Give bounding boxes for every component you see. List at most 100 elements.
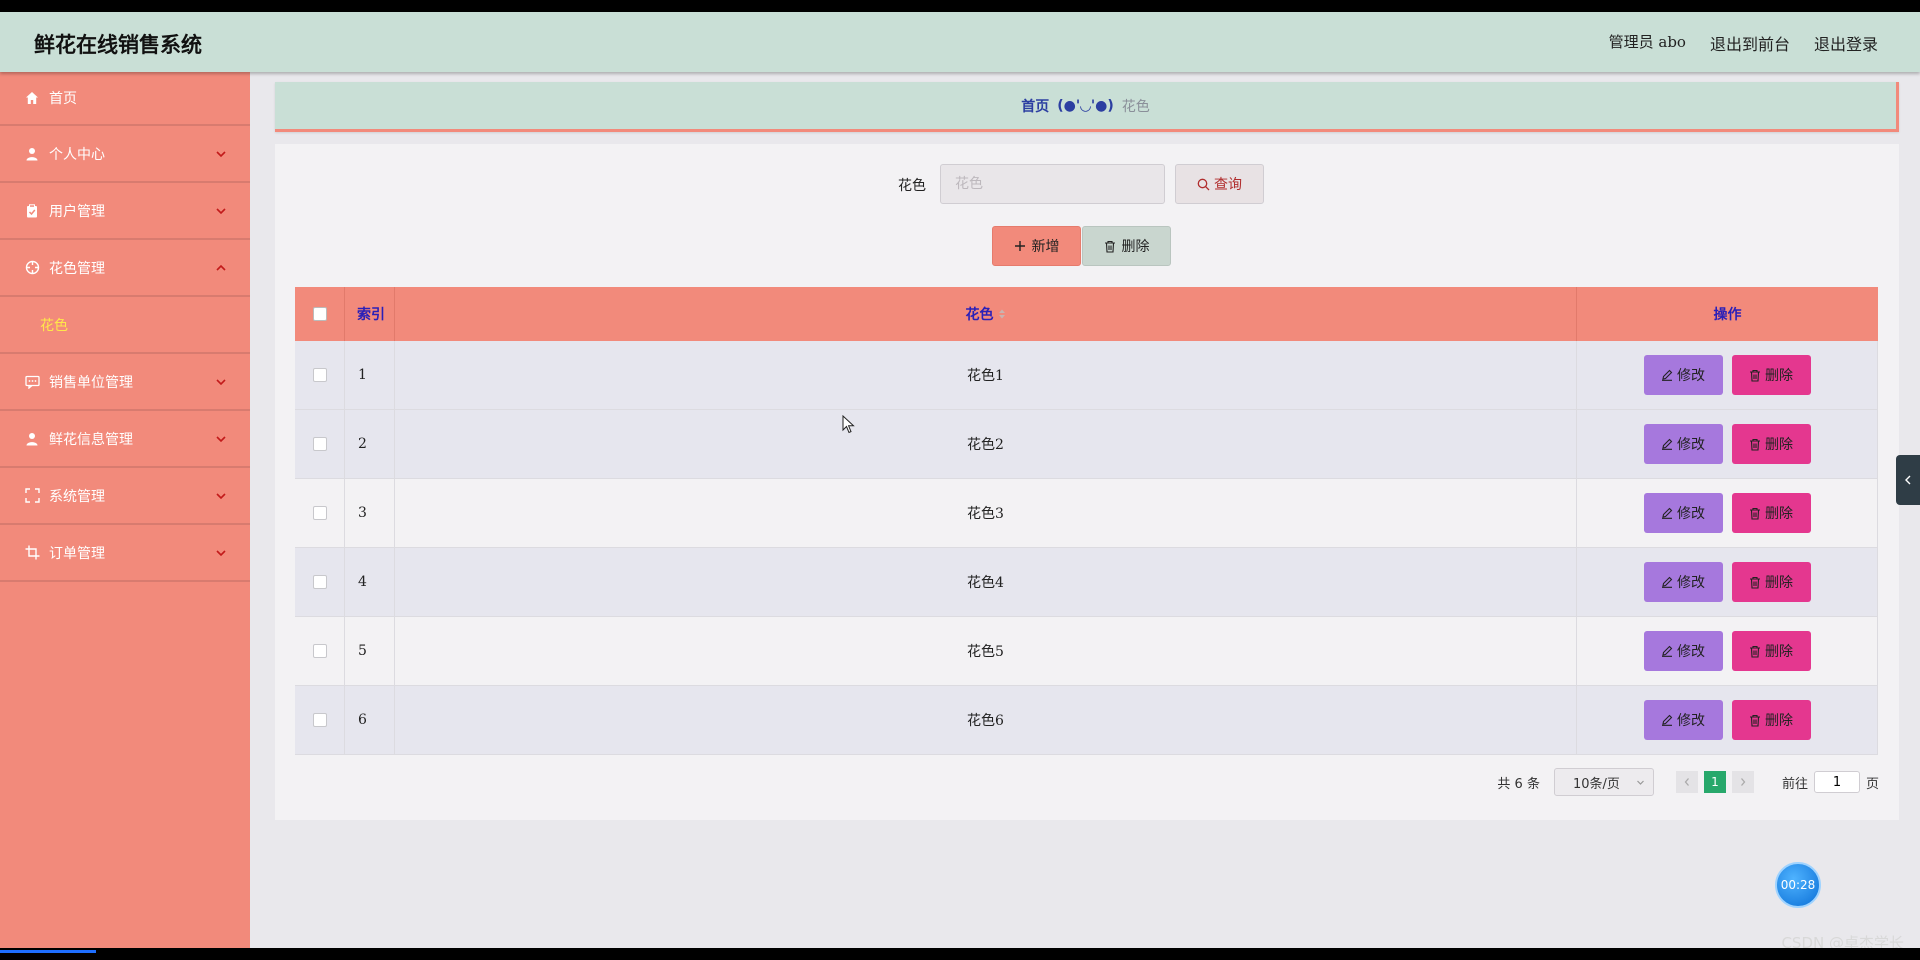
batch-delete-button[interactable]: 删除 xyxy=(1082,226,1171,266)
delete-button[interactable]: 删除 xyxy=(1731,355,1811,395)
sidebar-subitem-flower-color[interactable]: 花色 xyxy=(0,297,250,354)
table-header: 索引 花色 操作 xyxy=(295,287,1878,341)
delete-button[interactable]: 删除 xyxy=(1731,631,1811,671)
search-bar: 花色 查询 xyxy=(275,164,1899,204)
search-label: 花色 xyxy=(898,178,926,194)
row-checkbox[interactable] xyxy=(312,644,327,658)
row-select-cell xyxy=(295,341,345,409)
sidebar-item-users[interactable]: 用户管理 xyxy=(0,183,250,240)
logout-link[interactable]: 退出登录 xyxy=(1814,31,1878,55)
edit-button[interactable]: 修改 xyxy=(1643,424,1723,464)
search-icon xyxy=(1197,178,1210,190)
sidebar-item-profile[interactable]: 个人中心 xyxy=(0,126,250,183)
sidebar-item-flower-color[interactable]: 花色管理 xyxy=(0,240,250,297)
table-row: 4 花色4 修改 删除 xyxy=(295,548,1878,617)
row-checkbox[interactable] xyxy=(312,506,327,520)
select-all-checkbox[interactable] xyxy=(312,307,327,321)
sidebar-item-label: 系统管理 xyxy=(49,488,105,505)
recording-timer: 00:28 xyxy=(1775,862,1821,908)
chevron-down-icon xyxy=(216,435,226,442)
row-checkbox[interactable] xyxy=(312,575,327,589)
add-button-label: 新增 xyxy=(1031,239,1060,255)
sidebar-item-system[interactable]: 系统管理 xyxy=(0,468,250,525)
trash-icon xyxy=(1750,645,1760,658)
edit-button-label: 修改 xyxy=(1677,713,1705,729)
delete-button-label: 删除 xyxy=(1765,713,1793,729)
actions-cell: 修改 删除 xyxy=(1577,341,1878,409)
row-select-cell xyxy=(295,617,345,685)
sidebar-item-sales-unit[interactable]: 销售单位管理 xyxy=(0,354,250,411)
breadcrumb: 首页 (●'◡'●) 花色 xyxy=(275,82,1899,132)
edit-button[interactable]: 修改 xyxy=(1643,493,1723,533)
sidebar-item-home[interactable]: 首页 xyxy=(0,72,250,126)
sidebar-item-label: 首页 xyxy=(49,91,77,107)
chevron-down-icon xyxy=(216,549,226,556)
edit-button-label: 修改 xyxy=(1677,575,1705,591)
exit-to-front-link[interactable]: 退出到前台 xyxy=(1710,31,1790,55)
crosshair-icon xyxy=(24,260,40,276)
page-suffix: 页 xyxy=(1865,776,1879,792)
column-header-actions: 操作 xyxy=(1713,307,1742,323)
flower-color-cell: 花色5 xyxy=(395,617,1577,685)
delete-button[interactable]: 删除 xyxy=(1731,424,1811,464)
table-row: 2 花色2 修改 删除 xyxy=(295,410,1878,479)
breadcrumb-emoticon: (●'◡'●) xyxy=(1057,97,1114,114)
goto-page-input[interactable] xyxy=(1813,771,1860,793)
table-row: 1 花色1 修改 删除 xyxy=(295,341,1878,410)
breadcrumb-current: 花色 xyxy=(1121,98,1150,115)
breadcrumb-home[interactable]: 首页 xyxy=(1021,96,1049,116)
delete-button[interactable]: 删除 xyxy=(1731,562,1811,602)
actions-cell: 修改 删除 xyxy=(1577,479,1878,547)
table-row: 6 花色6 修改 删除 xyxy=(295,686,1878,755)
chevron-down-icon xyxy=(1637,780,1644,785)
delete-button-label: 删除 xyxy=(1765,437,1793,453)
column-header-flower-color[interactable]: 花色 xyxy=(395,287,1577,341)
chevron-down-icon xyxy=(216,207,226,214)
app-screen: 鲜花在线销售系统 管理员 abo 退出到前台 退出登录 首页 个人中心 用户管理 xyxy=(0,12,1920,948)
query-button[interactable]: 查询 xyxy=(1175,164,1264,204)
sidebar-item-flower-info[interactable]: 鲜花信息管理 xyxy=(0,411,250,468)
table-row: 3 花色3 修改 删除 xyxy=(295,479,1878,548)
delete-button[interactable]: 删除 xyxy=(1731,493,1811,533)
row-checkbox[interactable] xyxy=(312,713,327,727)
index-cell: 3 xyxy=(345,479,395,547)
flower-color-cell: 花色2 xyxy=(395,410,1577,478)
sidebar-item-label: 销售单位管理 xyxy=(49,374,133,391)
edit-button[interactable]: 修改 xyxy=(1643,631,1723,671)
edit-button[interactable]: 修改 xyxy=(1643,562,1723,602)
row-checkbox[interactable] xyxy=(312,437,327,451)
chevron-up-icon xyxy=(216,264,226,271)
goto-label: 前往 xyxy=(1781,776,1808,792)
page-size-select[interactable]: 10条/页 xyxy=(1553,768,1654,796)
app-title: 鲜花在线销售系统 xyxy=(34,32,202,57)
row-select-cell xyxy=(295,479,345,547)
add-button[interactable]: 新增 xyxy=(992,226,1081,266)
trash-icon xyxy=(1750,714,1760,727)
edit-button[interactable]: 修改 xyxy=(1643,700,1723,740)
delete-button-label: 删除 xyxy=(1765,368,1793,384)
next-page-button[interactable] xyxy=(1731,771,1754,793)
edit-button-label: 修改 xyxy=(1677,644,1705,660)
crop-icon xyxy=(24,545,40,561)
index-cell: 2 xyxy=(345,410,395,478)
collapse-panel-tab[interactable] xyxy=(1896,455,1920,505)
chevron-right-icon xyxy=(1740,778,1746,786)
prev-page-button[interactable] xyxy=(1675,771,1698,793)
sort-icon[interactable] xyxy=(998,308,1006,320)
delete-button[interactable]: 删除 xyxy=(1731,700,1811,740)
chat-icon xyxy=(24,374,40,390)
chevron-left-icon xyxy=(1905,475,1911,485)
plus-icon xyxy=(1014,241,1025,251)
search-input[interactable] xyxy=(940,164,1165,204)
index-cell: 1 xyxy=(345,341,395,409)
column-header-label: 花色 xyxy=(965,307,994,323)
row-checkbox[interactable] xyxy=(312,368,327,382)
delete-button-label: 删除 xyxy=(1765,575,1793,591)
edit-button[interactable]: 修改 xyxy=(1643,355,1723,395)
sidebar-item-orders[interactable]: 订单管理 xyxy=(0,525,250,582)
pencil-icon xyxy=(1662,645,1673,657)
top-nav: 管理员 abo 退出到前台 退出登录 xyxy=(1609,31,1878,55)
admin-label: 管理员 abo xyxy=(1608,33,1686,51)
trash-icon xyxy=(1750,507,1760,520)
page-number-button[interactable]: 1 xyxy=(1703,771,1726,793)
